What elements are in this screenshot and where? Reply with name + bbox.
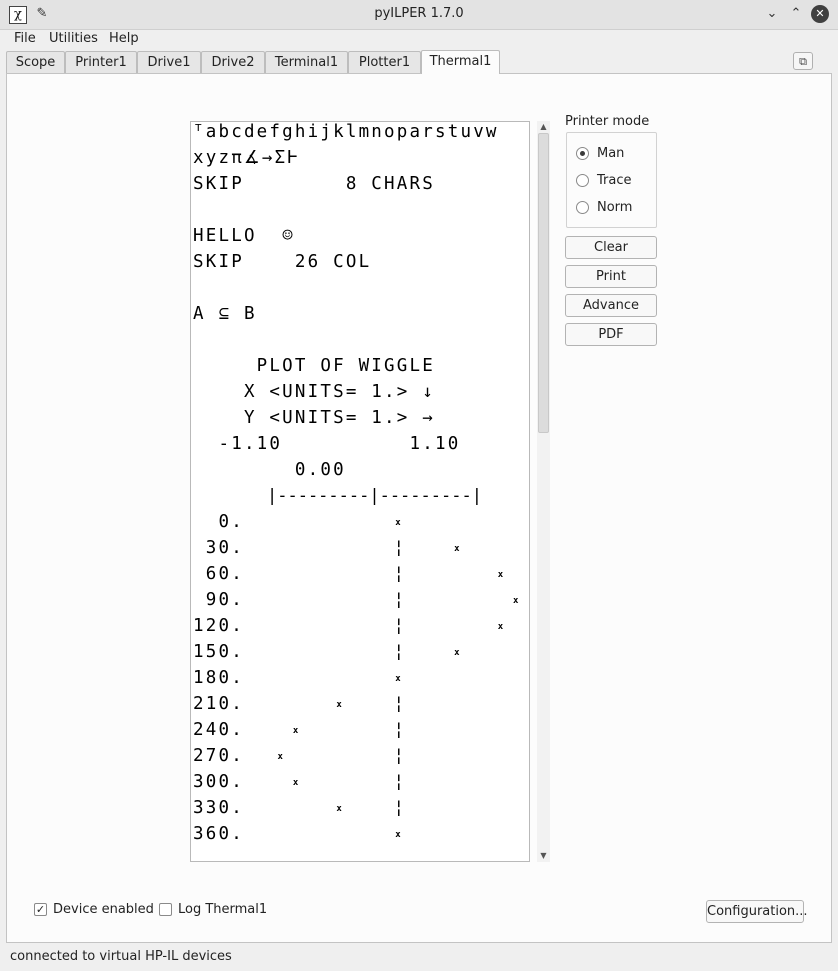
printout-line: 0.00 (193, 460, 346, 480)
plot-axis-mark: ¦ (393, 720, 405, 740)
close-icon[interactable]: ✕ (811, 5, 829, 23)
plot-axis-line: |---------|---------| (267, 486, 482, 506)
configuration-button[interactable]: Configuration... (706, 900, 808, 923)
plot-axis-mark: ¦ (393, 746, 405, 766)
plot-point: x (336, 804, 342, 814)
printout-line: 90. (193, 590, 244, 610)
printout-line: X <UNITS= 1.> ↓ (193, 382, 435, 402)
printout-line: 360. (193, 824, 244, 844)
plot-axis-mark: ¦ (393, 642, 405, 662)
printout-line: 270. (193, 746, 244, 766)
plot-axis-mark: ¦ (393, 616, 405, 636)
printout-line: 150. (193, 642, 244, 662)
printout-line: ᵀabcdefghijklmnoparstuvw (193, 122, 499, 142)
plot-point: x (497, 622, 504, 632)
printout-line: 180. (193, 668, 244, 688)
clear-button[interactable]: Clear (565, 236, 657, 259)
printout-line: 30. (193, 538, 244, 558)
menu-help[interactable]: Help (109, 31, 139, 46)
printout-line: 210. (193, 694, 244, 714)
printout-line: 60. (193, 564, 244, 584)
menu-utilities[interactable]: Utilities (49, 31, 98, 46)
log-thermal-label: Log Thermal1 (178, 902, 268, 917)
plot-point: x (513, 596, 519, 606)
tab-printer1[interactable]: Printer1 (65, 51, 137, 73)
minimize-icon[interactable]: ⌄ (764, 6, 780, 22)
plot-axis-mark: ¦ (393, 538, 405, 558)
plot-point: x (395, 830, 401, 840)
printer-mode-label: Printer mode (565, 114, 650, 129)
tab-drive2[interactable]: Drive2 (201, 51, 265, 73)
scroll-down-icon[interactable]: ▼ (537, 850, 550, 862)
plot-axis-mark: ¦ (393, 772, 405, 792)
maximize-icon[interactable]: ⌃ (788, 6, 804, 22)
menu-file[interactable]: File (14, 31, 36, 46)
plot-axis-mark: ¦ (393, 798, 405, 818)
radio-indicator-trace[interactable] (576, 174, 589, 187)
printout-view[interactable]: ᵀabcdefghijklmnoparstuvw xyzπ∡→ΣⱵ SKIP 8 C… (190, 121, 530, 862)
plot-point: x (336, 700, 342, 710)
device-enabled-label: Device enabled (53, 902, 154, 917)
plot-axis-mark: ¦ (393, 564, 405, 584)
tab-scope[interactable]: Scope (6, 51, 65, 73)
plot-point: x (292, 726, 299, 736)
plot-point: x (277, 752, 283, 762)
printout-line: Y <UNITS= 1.> → (193, 408, 435, 428)
printout-line: 330. (193, 798, 244, 818)
printout-line: xyzπ∡→ΣⱵ (193, 148, 301, 168)
log-thermal-check-box[interactable] (159, 903, 172, 916)
tab-drive1[interactable]: Drive1 (137, 51, 201, 73)
radio-indicator-norm[interactable] (576, 201, 589, 214)
plot-point: x (454, 544, 460, 554)
printout-line: SKIP 8 CHARS (193, 174, 435, 194)
plot-point: x (395, 674, 401, 684)
tab-terminal1[interactable]: Terminal1 (265, 51, 348, 73)
advance-button[interactable]: Advance (565, 294, 657, 317)
title-bar: χ ✎ pyILPER 1.7.0 ⌄ ⌃ ✕ (0, 0, 838, 30)
undock-tab-icon[interactable]: ⧉ (793, 52, 813, 70)
device-enabled-check-icon[interactable]: ✓ (34, 903, 47, 916)
printout-line: HELLO ☺ (193, 226, 295, 246)
menu-bar: File Utilities Help (0, 29, 838, 50)
plot-axis-mark: ¦ (393, 590, 405, 610)
scroll-thumb[interactable] (538, 133, 549, 433)
plot-point: x (497, 570, 504, 580)
mode-man-label: Man (597, 146, 625, 161)
mode-trace-label: Trace (597, 173, 632, 188)
plot-point: x (395, 518, 401, 528)
window-title: pyILPER 1.7.0 (374, 6, 464, 21)
tab-plotter1[interactable]: Plotter1 (348, 51, 421, 73)
printout-line: 0. (193, 512, 244, 532)
print-button[interactable]: Print (565, 265, 657, 288)
printout-line: A ⊆ B (193, 304, 257, 324)
radio-indicator-man[interactable] (576, 147, 589, 160)
mode-norm-label: Norm (597, 200, 633, 215)
tab-thermal1[interactable]: Thermal1 (421, 50, 500, 74)
printout-line: SKIP 26 COL (193, 252, 372, 272)
pdf-button[interactable]: PDF (565, 323, 657, 346)
plot-axis-mark: ¦ (393, 694, 405, 714)
printout-line: 240. (193, 720, 244, 740)
printout-line: -1.10 1.10 (193, 434, 461, 454)
printout-line: 300. (193, 772, 244, 792)
scroll-up-icon[interactable]: ▲ (537, 121, 550, 133)
printout-scrollbar[interactable]: ▲ ▼ (537, 121, 550, 862)
status-bar: connected to virtual HP-IL devices (0, 944, 838, 971)
status-text: connected to virtual HP-IL devices (10, 949, 232, 964)
printout-line: 120. (193, 616, 244, 636)
printout-line: PLOT OF WIGGLE (193, 356, 435, 376)
plot-point: x (292, 778, 299, 788)
plot-point: x (454, 648, 460, 658)
